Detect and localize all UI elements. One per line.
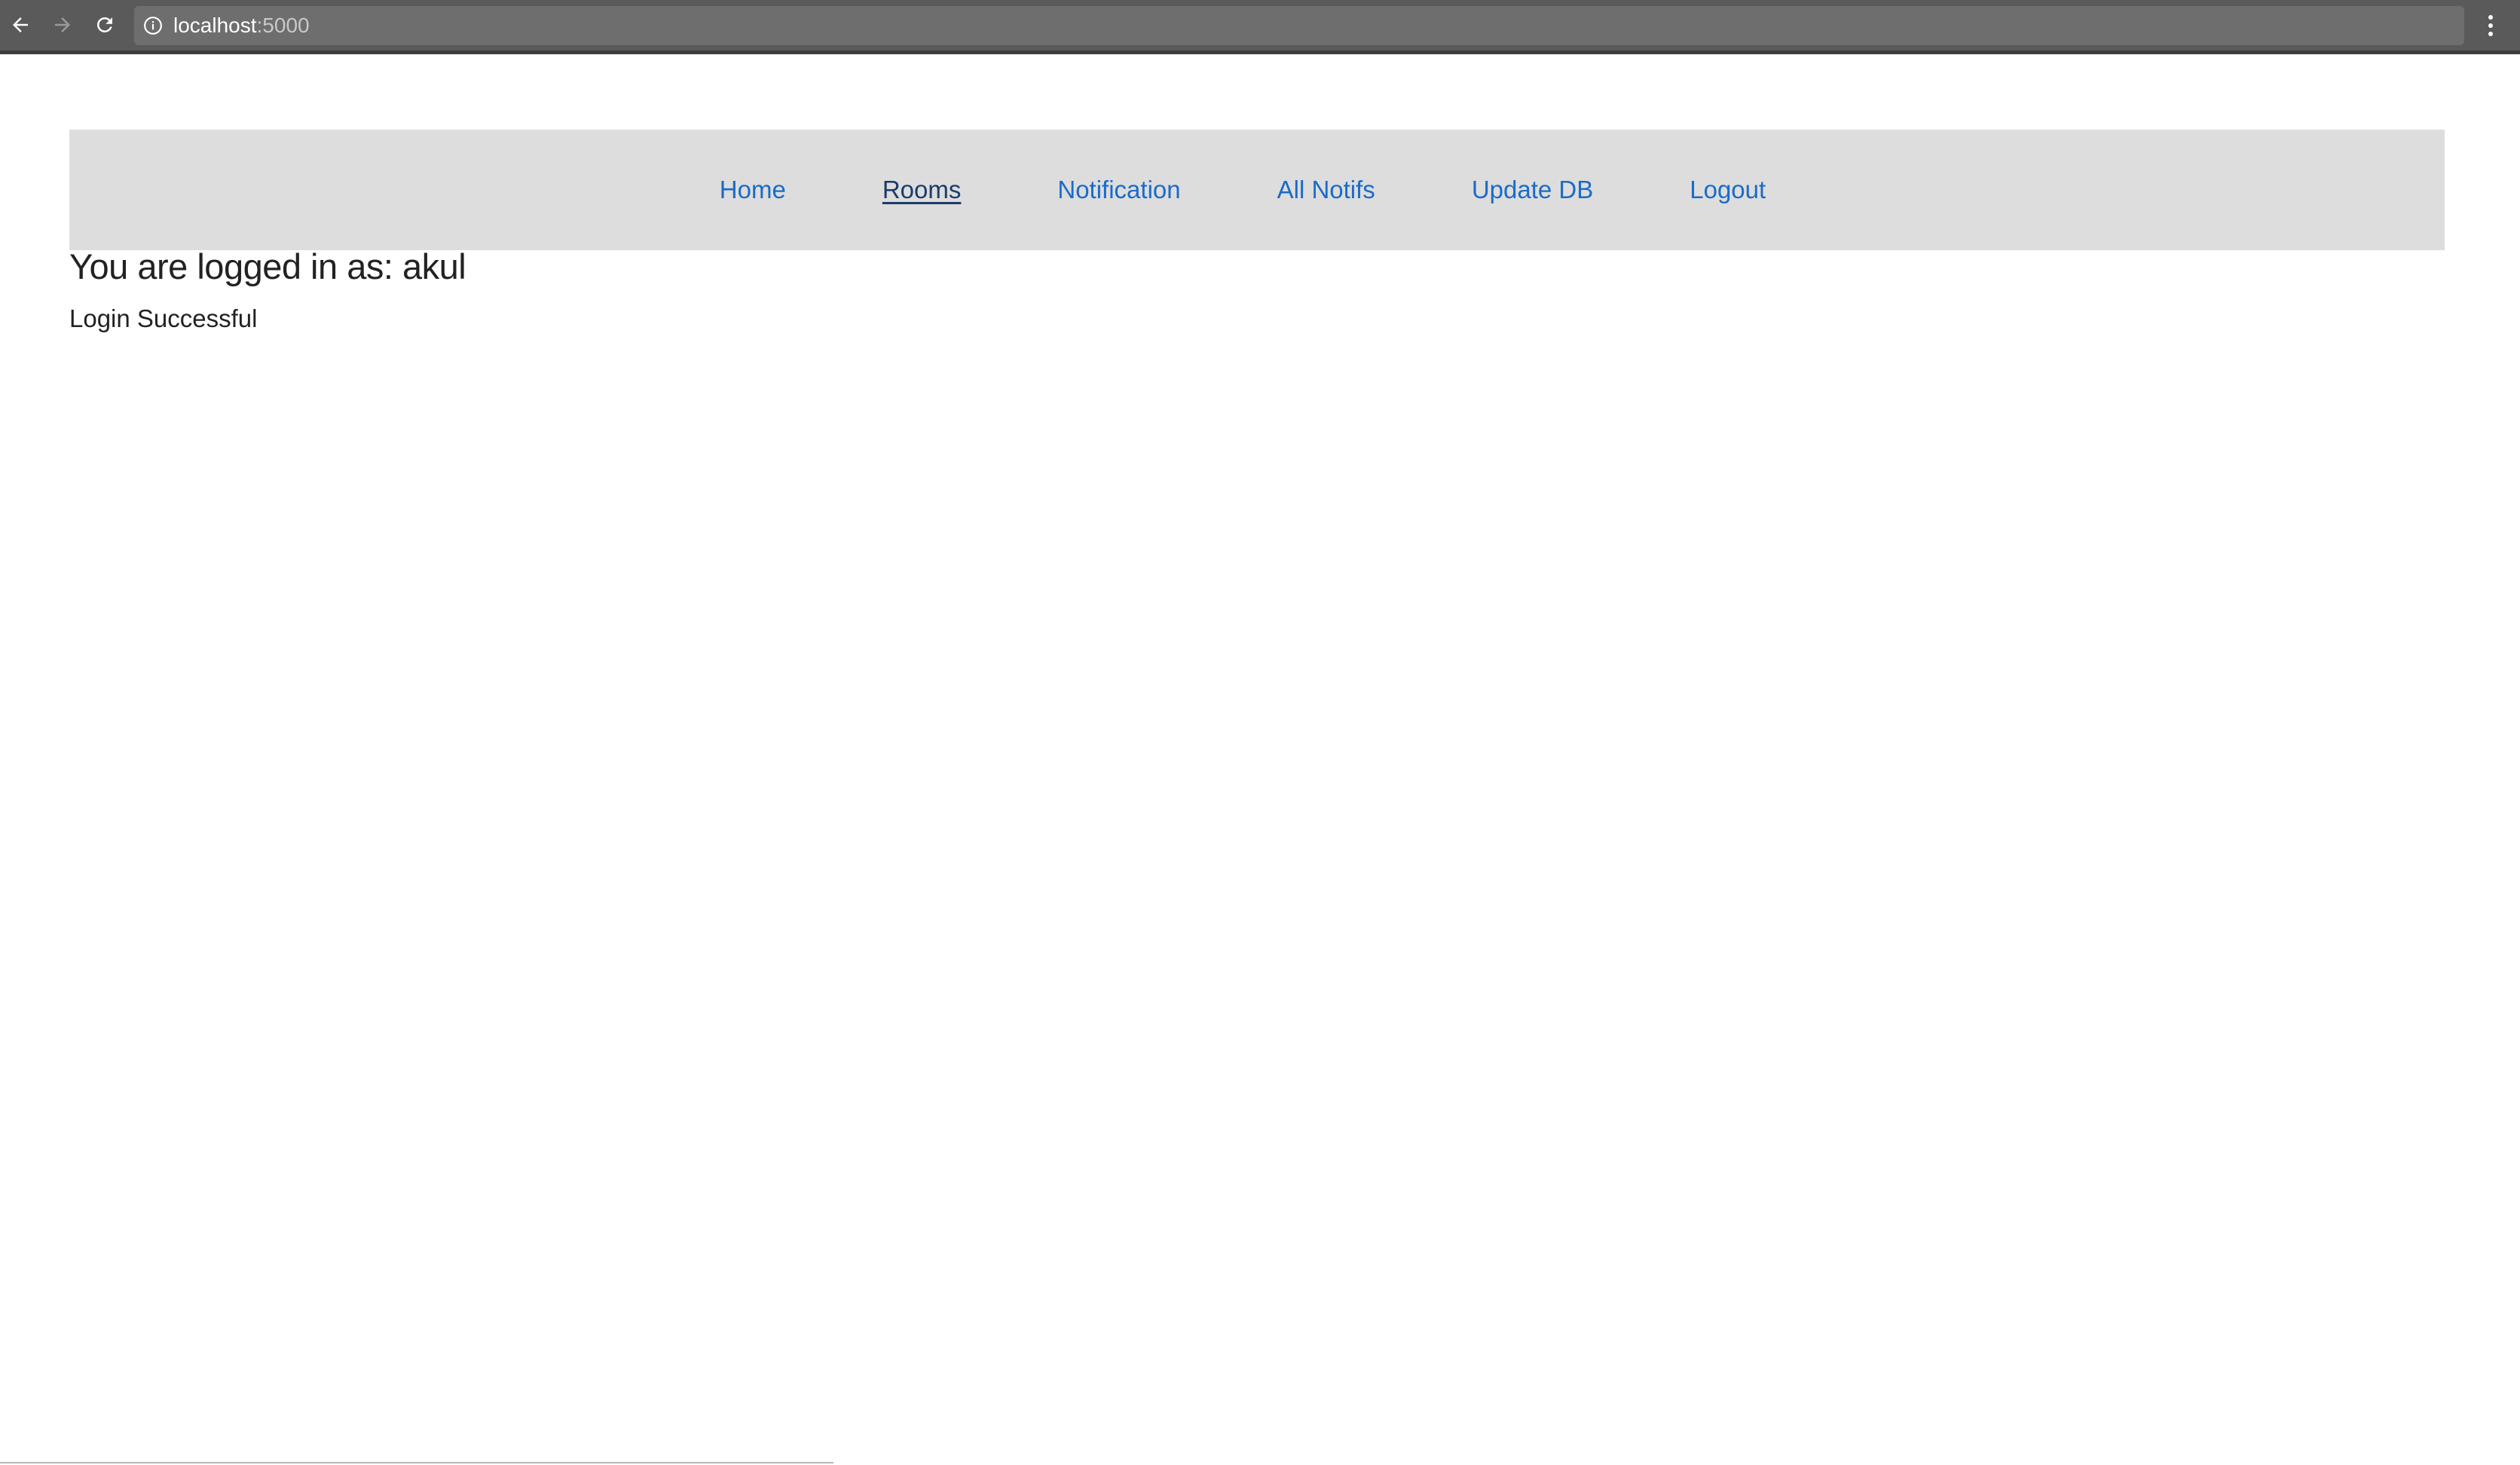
back-button[interactable] [5,9,36,41]
nav-link-update-db[interactable]: Update DB [1472,176,1593,204]
forward-button[interactable] [47,9,78,41]
nav-link-rooms[interactable]: Rooms [882,176,962,204]
vertical-dots-icon[interactable] [2479,11,2502,42]
url-port: :5000 [256,14,310,37]
url-text[interactable]: localhost:5000 [173,6,310,45]
login-status-text: Login Successful [69,304,258,332]
arrow-right-icon [55,17,70,32]
address-bar[interactable]: localhost:5000 [134,6,2464,45]
browser-toolbar: localhost:5000 [0,0,2520,54]
logged-in-heading: You are logged in as: akul [69,246,466,286]
reload-icon [96,17,112,32]
divider [0,1462,833,1463]
reload-button[interactable] [89,9,121,41]
info-icon[interactable] [143,16,163,35]
nav-link-all-notifs[interactable]: All Notifs [1277,176,1375,204]
nav-links: Home Rooms Notification All Notifs Updat… [69,130,2445,250]
nav-link-home[interactable]: Home [720,176,786,204]
url-host: localhost [173,14,257,37]
nav-link-notification[interactable]: Notification [1057,176,1180,204]
site-navbar: Home Rooms Notification All Notifs Updat… [69,130,2445,250]
nav-link-logout[interactable]: Logout [1690,176,1766,204]
arrow-left-icon [13,17,28,32]
